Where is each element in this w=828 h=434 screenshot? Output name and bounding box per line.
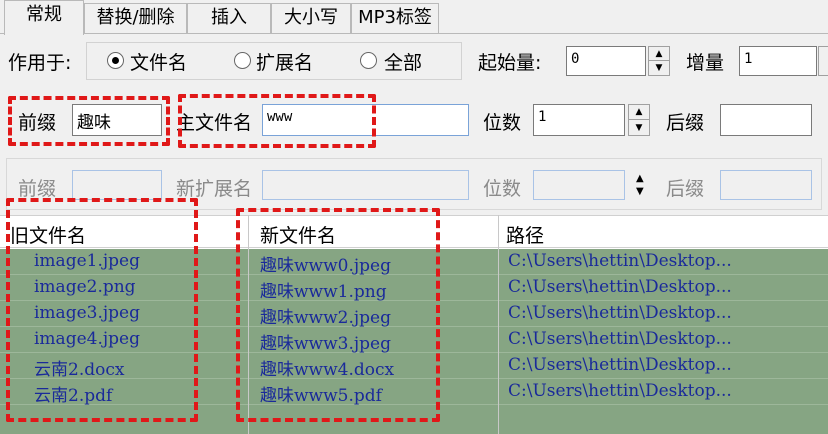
tab-insert[interactable]: 插入 bbox=[187, 3, 271, 33]
radio-filename-label[interactable]: 文件名 bbox=[130, 48, 187, 75]
tab-label: 常规 bbox=[26, 4, 62, 25]
tab-label: 替换/删除 bbox=[96, 7, 175, 28]
radio-filename[interactable] bbox=[107, 52, 124, 69]
suffix-label: 后缀 bbox=[666, 112, 705, 134]
ext-digits-input bbox=[533, 170, 625, 200]
ext-prefix-label: 前缀 bbox=[18, 178, 57, 200]
cell-path: C:\Users\hettin\Desktop... bbox=[508, 355, 732, 375]
digits-spinner[interactable]: ▲ ▼ bbox=[628, 104, 650, 136]
highlight-main-name-box bbox=[178, 94, 376, 148]
radio-extension-label[interactable]: 扩展名 bbox=[256, 48, 313, 75]
highlight-prefix-box bbox=[8, 96, 170, 146]
ext-suffix-label: 后缀 bbox=[666, 178, 705, 200]
start-spinner[interactable]: ▲ ▼ bbox=[648, 46, 670, 76]
spin-down-icon[interactable]: ▼ bbox=[629, 120, 649, 135]
ext-prefix-input bbox=[72, 170, 162, 200]
apply-to-label: 作用于: bbox=[8, 52, 72, 74]
column-divider[interactable] bbox=[498, 215, 499, 434]
digits-label: 位数 bbox=[483, 112, 522, 134]
radio-extension[interactable] bbox=[234, 52, 251, 69]
digits-input[interactable]: 1 bbox=[533, 104, 625, 136]
start-label: 起始量: bbox=[478, 52, 542, 74]
ext-suffix-input bbox=[720, 170, 812, 200]
cell-path: C:\Users\hettin\Desktop... bbox=[508, 329, 732, 349]
cell-path: C:\Users\hettin\Desktop... bbox=[508, 277, 732, 297]
new-extension-input bbox=[262, 170, 469, 200]
tab-case[interactable]: 大小写 bbox=[271, 3, 351, 33]
highlight-old-name-column-box bbox=[6, 198, 198, 422]
column-path[interactable]: 路径 bbox=[506, 221, 544, 248]
new-extension-label: 新扩展名 bbox=[176, 178, 253, 200]
start-input[interactable]: 0 bbox=[566, 46, 646, 76]
ext-digits-spinner-icon: ▲ ▼ bbox=[636, 173, 644, 197]
increment-input[interactable]: 1 bbox=[739, 46, 817, 76]
tab-label: 插入 bbox=[211, 7, 247, 28]
tab-mp3-tags[interactable]: MP3标签 bbox=[351, 3, 439, 33]
increment-label: 增量 bbox=[686, 52, 725, 74]
tab-label: 大小写 bbox=[284, 7, 338, 28]
spin-up-icon[interactable]: ▲ bbox=[629, 105, 649, 120]
tab-general[interactable]: 常规 bbox=[4, 0, 84, 35]
highlight-new-name-column-box bbox=[236, 208, 440, 422]
radio-all[interactable] bbox=[360, 52, 377, 69]
tab-replace-delete[interactable]: 替换/删除 bbox=[84, 3, 187, 33]
increment-spinner[interactable] bbox=[818, 46, 828, 76]
ext-digits-label: 位数 bbox=[483, 178, 522, 200]
radio-all-label[interactable]: 全部 bbox=[384, 48, 422, 75]
spin-up-icon[interactable]: ▲ bbox=[649, 47, 669, 61]
cell-path: C:\Users\hettin\Desktop... bbox=[508, 381, 732, 401]
cell-path: C:\Users\hettin\Desktop... bbox=[508, 251, 732, 271]
tab-bar: 常规 替换/删除 插入 大小写 MP3标签 bbox=[0, 0, 828, 35]
suffix-input[interactable] bbox=[720, 104, 812, 136]
tab-label: MP3标签 bbox=[358, 7, 432, 28]
cell-path: C:\Users\hettin\Desktop... bbox=[508, 303, 732, 323]
spin-down-icon[interactable]: ▼ bbox=[649, 61, 669, 75]
